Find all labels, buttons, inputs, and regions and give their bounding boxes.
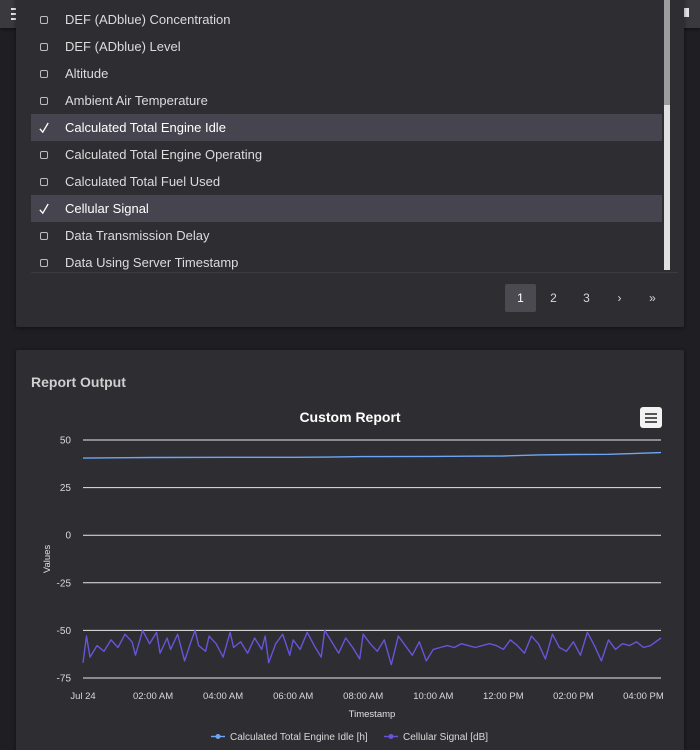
list-item-label: Ambient Air Temperature: [65, 93, 208, 108]
y-tick-label: -50: [57, 626, 72, 637]
pagination: 1 2 3 › »: [505, 284, 668, 312]
series-line-2: [82, 629, 662, 666]
x-tick-label: 10:00 AM: [413, 691, 453, 702]
list-item[interactable]: Ambient Air Temperature: [31, 87, 662, 114]
x-tick-label: 02:00 PM: [553, 691, 594, 702]
next-page-button[interactable]: ›: [604, 284, 635, 312]
checkbox[interactable]: [40, 96, 48, 105]
list-item-label: Data Using Server Timestamp: [65, 255, 239, 270]
checkmark-icon[interactable]: [39, 121, 49, 135]
last-page-button[interactable]: »: [637, 284, 668, 312]
legend-label-2: Cellular Signal [dB]: [403, 732, 488, 743]
x-tick-label: 02:00 AM: [133, 691, 173, 702]
scrollbar-thumb[interactable]: [664, 0, 670, 105]
list-item[interactable]: DEF (ADblue) Level: [31, 33, 662, 60]
data-fields-panel: DEF (ADblue) Concentration DEF (ADblue) …: [16, 0, 684, 327]
legend-label-1: Calculated Total Engine Idle [h]: [230, 732, 368, 743]
x-axis-title: Timestamp: [349, 709, 396, 720]
list-item[interactable]: Altitude: [31, 60, 662, 87]
report-output-panel: Report Output Custom Report 50 25 0 -25 -50-…: [16, 350, 684, 750]
checkbox[interactable]: [40, 231, 48, 240]
x-tick-label: 08:00 AM: [343, 691, 383, 702]
series-line-1: [82, 451, 662, 459]
x-tick-label: 12:00 PM: [483, 691, 524, 702]
data-fields-list: DEF (ADblue) Concentration DEF (ADblue) …: [31, 0, 682, 270]
list-item[interactable]: Calculated Total Fuel Used: [31, 168, 662, 195]
list-item[interactable]: Data Using Server Timestamp: [31, 249, 662, 270]
checkbox[interactable]: [40, 258, 48, 267]
checkbox[interactable]: [40, 15, 48, 24]
list-scrollbar[interactable]: [664, 0, 670, 270]
x-tick-label: Jul 24: [70, 691, 95, 702]
list-item-label: Calculated Total Engine Idle: [65, 120, 226, 135]
checkmark-icon[interactable]: [39, 202, 49, 216]
list-item[interactable]: Data Transmission Delay: [31, 222, 662, 249]
list-item-selected[interactable]: Cellular Signal: [31, 195, 662, 222]
legend-marker-2: [388, 734, 394, 739]
list-item-selected[interactable]: Calculated Total Engine Idle: [31, 114, 662, 141]
page-button-3[interactable]: 3: [571, 284, 602, 312]
list-item[interactable]: DEF (ADblue) Concentration: [31, 6, 662, 33]
list-item-label: DEF (ADblue) Concentration: [65, 12, 231, 27]
checkbox[interactable]: [40, 150, 48, 159]
checkbox[interactable]: [40, 69, 48, 78]
x-tick-label: 04:00 PM: [623, 691, 664, 702]
list-item-label: Calculated Total Fuel Used: [65, 174, 221, 189]
legend-marker-1: [215, 734, 221, 739]
list-item-label: Altitude: [65, 66, 109, 81]
page-button-2[interactable]: 2: [538, 284, 569, 312]
list-item-label: Cellular Signal: [65, 201, 149, 216]
chart-svg: 50 25 0 -25 -50 -75 Jul 24 02:00 AM 04:00 AM 06:0…: [42, 436, 664, 744]
divider: [31, 272, 678, 273]
list-item-label: Calculated Total Engine Operating: [65, 147, 263, 162]
x-tick-label: 06:00 AM: [273, 691, 313, 702]
page-button-1[interactable]: 1: [505, 284, 536, 312]
y-tick-label: 25: [60, 483, 72, 494]
y-axis-title: Values: [42, 545, 53, 574]
list-item-label: Data Transmission Delay: [65, 228, 210, 243]
list-item-label: DEF (ADblue) Level: [65, 39, 181, 54]
checkbox[interactable]: [40, 42, 48, 51]
y-tick-label: -25: [57, 578, 72, 589]
x-tick-label: 04:00 AM: [203, 691, 243, 702]
y-tick-label: 0: [65, 531, 71, 542]
y-tick-label: -75: [57, 674, 72, 685]
y-tick-label: 50: [60, 436, 72, 447]
list-item[interactable]: Calculated Total Engine Operating: [31, 141, 662, 168]
checkbox[interactable]: [40, 177, 48, 186]
